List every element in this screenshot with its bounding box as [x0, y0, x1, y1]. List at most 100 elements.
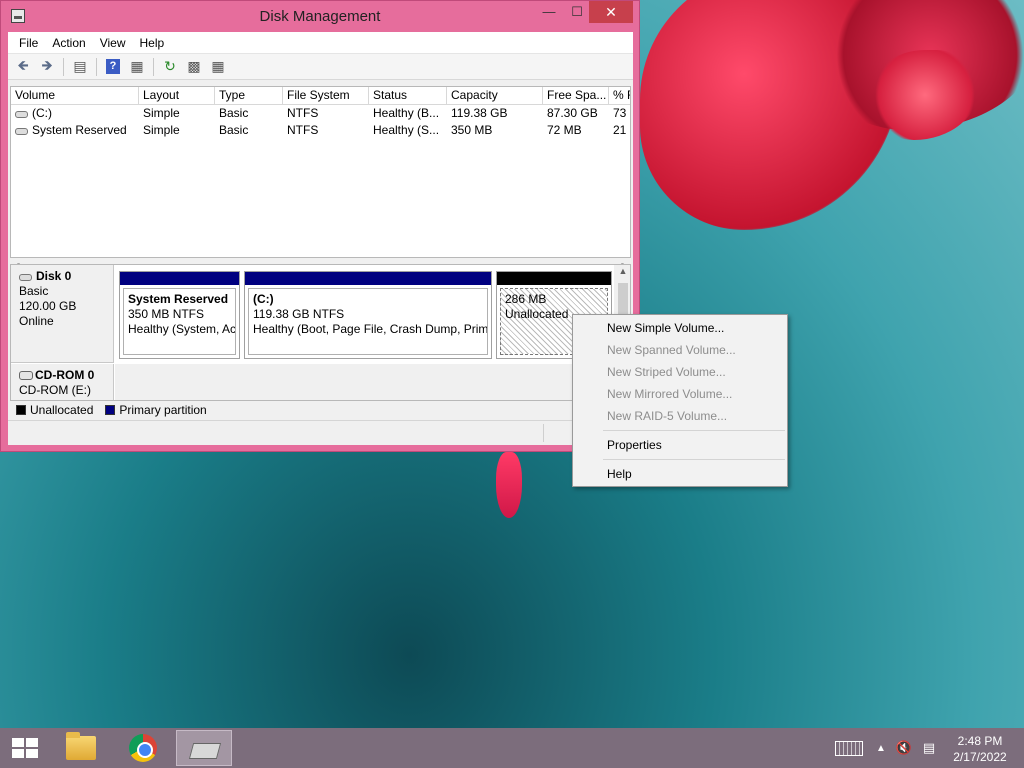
properties-icon[interactable]: ▩ [183, 57, 205, 77]
column-header-capacity[interactable]: Capacity [447, 87, 543, 104]
disk-management-icon [189, 735, 219, 761]
menu-item-new-mirrored-volume[interactable]: New Mirrored Volume... [573, 383, 787, 405]
disk-0-size: 120.00 GB [19, 299, 77, 313]
clock-date: 2/17/2022 [953, 750, 1007, 764]
cdrom-0-drive: CD-ROM (E:) [19, 383, 91, 397]
menu-item-new-spanned-volume[interactable]: New Spanned Volume... [573, 339, 787, 361]
column-header-layout[interactable]: Layout [139, 87, 215, 104]
close-button[interactable]: ✕ [589, 1, 633, 23]
clock[interactable]: 2:48 PM 2/17/2022 [944, 733, 1016, 765]
status-bar-separator [543, 424, 544, 442]
free-space-cell: 87.30 GB [547, 106, 598, 120]
partition-status: Healthy (System, Act [128, 322, 236, 336]
taskbar-chrome[interactable] [115, 730, 171, 766]
wallpaper-flower-stem [496, 452, 522, 518]
type-cell: Basic [219, 123, 249, 137]
network-icon[interactable]: ▤ [918, 728, 940, 768]
column-header-free-space[interactable]: Free Spa... [543, 87, 609, 104]
file-system-cell: NTFS [287, 123, 319, 137]
partition-system-reserved[interactable]: System Reserved 350 MB NTFS Healthy (Sys… [119, 271, 240, 359]
menu-item-new-raid5-volume[interactable]: New RAID-5 Volume... [573, 405, 787, 427]
partition-c[interactable]: (C:) 119.38 GB NTFS Healthy (Boot, Page … [244, 271, 492, 359]
disk-management-window: Disk Management — ☐ ✕ File Action View H… [0, 0, 640, 452]
menu-item-help[interactable]: Help [573, 463, 787, 485]
volume-list[interactable]: Volume Layout Type File System Status Ca… [10, 86, 631, 258]
scroll-up-icon[interactable]: ▲ [616, 266, 630, 276]
toolbar-separator [63, 57, 64, 76]
cdrom-0-name-row: CD-ROM 0 [19, 368, 113, 383]
legend: Unallocated Primary partition [10, 402, 631, 418]
disk-0-name-row: Disk 0 [19, 269, 113, 284]
disk-0-type: Basic [19, 284, 49, 298]
partition-title: (C:) [253, 292, 274, 306]
minimize-button[interactable]: — [535, 1, 563, 23]
menu-bar: File Action View Help [8, 32, 633, 54]
column-header-percent-free[interactable]: % F [609, 87, 630, 104]
volume-muted-icon[interactable]: 🔇 [894, 728, 914, 768]
disk-0-label[interactable]: Disk 0 Basic 120.00 GB Online [11, 265, 114, 363]
touch-keyboard-icon[interactable] [832, 728, 866, 768]
maximize-button[interactable]: ☐ [563, 1, 591, 23]
back-arrow-icon[interactable]: 🡸 [12, 57, 34, 77]
menu-item-properties[interactable]: Properties [573, 434, 787, 456]
capacity-cell: 350 MB [451, 123, 493, 137]
windows-logo-icon [26, 738, 38, 747]
partition-details: System Reserved 350 MB NTFS Healthy (Sys… [123, 288, 236, 355]
file-system-cell: NTFS [287, 106, 319, 120]
taskbar-disk-management[interactable] [176, 730, 232, 766]
partition-size: 119.38 GB NTFS [253, 307, 345, 321]
capacity-cell: 119.38 GB [451, 106, 508, 120]
volume-disk-icon [15, 128, 28, 135]
keyboard-icon [835, 740, 863, 756]
legend-unallocated: Unallocated [30, 403, 94, 417]
menu-help[interactable]: Help [133, 36, 172, 50]
help-icon[interactable]: ? [102, 57, 124, 77]
legend-swatch-primary [105, 405, 116, 415]
cdrom-0-media-area[interactable] [115, 364, 614, 400]
taskbar-file-explorer[interactable] [53, 730, 109, 766]
menu-action[interactable]: Action [45, 36, 92, 50]
column-header-volume[interactable]: Volume [11, 87, 139, 104]
status-cell: Healthy (B... [373, 106, 440, 120]
layout-cell: Simple [143, 106, 180, 120]
menu-item-new-simple-volume[interactable]: New Simple Volume... [573, 317, 787, 339]
partition-details: (C:) 119.38 GB NTFS Healthy (Boot, Page … [248, 288, 488, 355]
windows-logo-icon [12, 749, 24, 758]
percent-free-cell: 21 [613, 123, 627, 137]
column-header-status[interactable]: Status [369, 87, 447, 104]
status-bar [8, 420, 633, 445]
chrome-icon [129, 734, 157, 762]
forward-arrow-icon[interactable]: 🡺 [36, 57, 58, 77]
layout-cell: Simple [143, 123, 180, 137]
wallpaper-flower-petal [870, 50, 980, 140]
volume-name: System Reserved [32, 123, 127, 137]
column-header-file-system[interactable]: File System [283, 87, 369, 104]
volume-cell: System Reserved [11, 122, 139, 139]
partition-bar-primary [245, 272, 491, 285]
menu-file[interactable]: File [12, 36, 45, 50]
toolbar-separator [96, 57, 97, 76]
menu-separator [603, 430, 785, 431]
graphical-disk-view: Disk 0 Basic 120.00 GB Online System Res… [10, 264, 631, 401]
menu-view[interactable]: View [93, 36, 133, 50]
show-hidden-icons-chevron-icon[interactable]: ▲ [874, 728, 888, 768]
disk-icon [19, 274, 32, 281]
volume-row-system-reserved[interactable]: System Reserved Simple Basic NTFS Health… [11, 122, 630, 139]
file-explorer-icon [66, 732, 96, 760]
details-view-icon[interactable]: ▦ [126, 57, 148, 77]
cdrom-0-label[interactable]: CD-ROM 0 CD-ROM (E:) [11, 364, 114, 400]
refresh-icon[interactable]: ↻ [159, 57, 181, 77]
column-header-type[interactable]: Type [215, 87, 283, 104]
windows-logo-icon [12, 738, 24, 747]
show-hide-console-tree-icon[interactable]: ▤ [69, 57, 91, 77]
partition-size: 286 MB [505, 292, 547, 306]
volume-row-c[interactable]: (C:) Simple Basic NTFS Healthy (B... 119… [11, 105, 630, 122]
partition-title: System Reserved [128, 292, 229, 306]
disk-0-state: Online [19, 314, 54, 328]
percent-free-cell: 73 [613, 106, 627, 120]
cdrom-0-name: CD-ROM 0 [35, 368, 95, 382]
menu-item-new-striped-volume[interactable]: New Striped Volume... [573, 361, 787, 383]
start-button[interactable] [12, 738, 38, 758]
rescan-disks-icon[interactable]: ▦ [207, 57, 229, 77]
title-bar[interactable]: Disk Management — ☐ ✕ [1, 1, 639, 32]
